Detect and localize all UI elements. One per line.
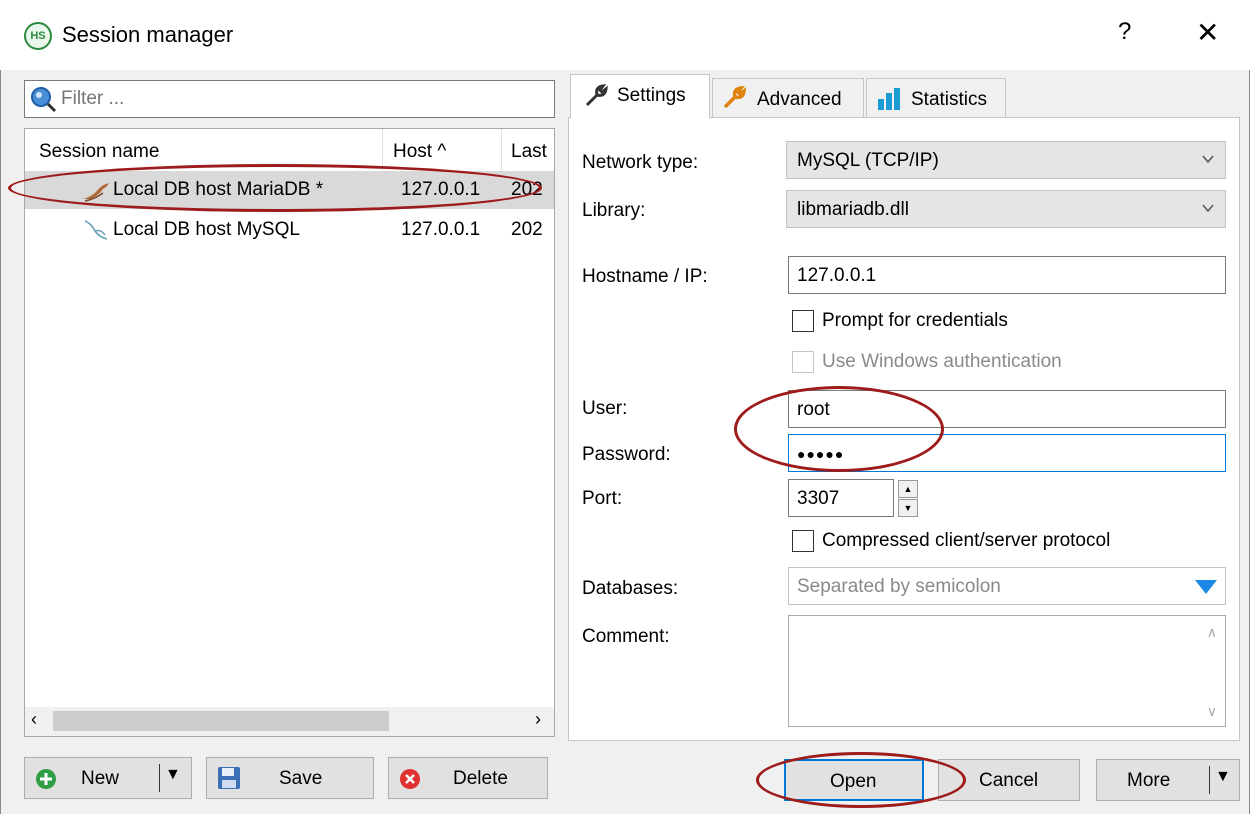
column-divider[interactable] [382, 129, 383, 173]
window-title: Session manager [62, 22, 234, 47]
open-button-label: Open [830, 771, 877, 792]
session-list[interactable]: Session name Host ^ Last Local DB host M… [24, 128, 555, 708]
help-button[interactable]: ? [1118, 18, 1131, 46]
cancel-button[interactable]: Cancel [938, 759, 1080, 801]
filter-input[interactable] [61, 85, 541, 113]
tab-label: Advanced [757, 89, 842, 110]
delete-button-label: Delete [453, 768, 508, 789]
more-button-label: More [1127, 770, 1171, 791]
prompt-credentials-checkbox[interactable] [792, 310, 814, 332]
session-host: 127.0.0.1 [401, 219, 481, 240]
scroll-right-icon[interactable]: › [535, 709, 541, 730]
split-divider [1209, 766, 1210, 794]
user-input[interactable]: root [788, 390, 1226, 428]
new-button[interactable]: New ▼ [24, 757, 192, 799]
column-divider[interactable] [501, 129, 502, 173]
column-header-last[interactable]: Last [511, 141, 547, 163]
network-type-select[interactable]: MySQL (TCP/IP) [786, 141, 1226, 179]
password-value: ●●●●● [797, 446, 845, 462]
open-button[interactable]: Open [784, 759, 924, 801]
compressed-protocol-label: Compressed client/server protocol [822, 530, 1111, 551]
app-logo-icon: HS [24, 22, 52, 50]
compressed-protocol-checkbox[interactable] [792, 530, 814, 552]
library-label: Library: [582, 200, 646, 221]
cancel-button-label: Cancel [979, 770, 1039, 791]
close-button[interactable]: ✕ [1196, 16, 1219, 49]
wrench-icon [585, 84, 608, 107]
databases-label: Databases: [582, 578, 679, 599]
split-divider [159, 764, 160, 792]
port-label: Port: [582, 488, 623, 509]
delete-button[interactable]: Delete [388, 757, 548, 799]
new-dropdown-icon[interactable]: ▼ [165, 766, 181, 784]
bar-chart-icon [878, 88, 900, 110]
session-last: 202 [511, 219, 543, 240]
more-dropdown-icon[interactable]: ▼ [1215, 768, 1231, 786]
session-row[interactable]: Local DB host MariaDB * 127.0.0.1 202 [25, 171, 554, 209]
library-select[interactable]: libmariadb.dll [786, 190, 1226, 228]
search-icon [31, 87, 57, 113]
password-input[interactable]: ●●●●● [788, 434, 1226, 472]
mariadb-seal-icon [83, 183, 109, 202]
session-name: Local DB host MariaDB * [113, 179, 324, 200]
session-last: 202 [511, 179, 543, 200]
scroll-down-icon[interactable]: ∨ [1207, 703, 1217, 720]
databases-input[interactable]: Separated by semicolon [788, 567, 1226, 605]
column-header-session-name[interactable]: Session name [39, 141, 159, 163]
password-label: Password: [582, 444, 671, 465]
scrollbar-thumb[interactable] [53, 711, 389, 731]
port-value: 3307 [797, 488, 840, 509]
user-value: root [797, 399, 830, 420]
chevron-down-icon [1202, 204, 1214, 213]
windows-auth-label: Use Windows authentication [822, 351, 1062, 372]
session-name: Local DB host MySQL [113, 219, 300, 240]
port-increment-button[interactable]: ▲ [898, 480, 918, 498]
floppy-disk-icon [218, 767, 240, 789]
port-input[interactable]: 3307 [788, 479, 894, 517]
plus-circle-icon [36, 769, 56, 789]
network-type-label: Network type: [582, 152, 699, 173]
chevron-down-icon [1202, 155, 1214, 164]
tab-settings[interactable]: Settings [570, 74, 710, 118]
more-button[interactable]: More ▼ [1096, 759, 1240, 801]
mysql-dolphin-icon [84, 220, 108, 240]
new-button-label: New [81, 768, 120, 789]
dropdown-triangle-icon[interactable] [1195, 580, 1217, 594]
tab-statistics[interactable]: Statistics [866, 78, 1006, 118]
wrench-orange-icon [723, 85, 747, 109]
hostname-input[interactable]: 127.0.0.1 [788, 256, 1226, 294]
prompt-credentials-label: Prompt for credentials [822, 310, 1008, 331]
hostname-label: Hostname / IP: [582, 266, 708, 287]
save-button[interactable]: Save [206, 757, 374, 799]
windows-auth-checkbox[interactable] [792, 351, 814, 373]
save-button-label: Save [279, 768, 323, 789]
horizontal-scrollbar[interactable]: ‹ › [24, 707, 555, 737]
comment-label: Comment: [582, 626, 670, 647]
tab-label: Settings [617, 85, 686, 106]
network-type-value: MySQL (TCP/IP) [797, 150, 939, 171]
tab-label: Statistics [911, 89, 988, 110]
delete-circle-icon [400, 769, 420, 789]
user-label: User: [582, 398, 628, 419]
scroll-left-icon[interactable]: ‹ [31, 709, 37, 730]
library-value: libmariadb.dll [797, 199, 909, 220]
session-host: 127.0.0.1 [401, 179, 481, 200]
session-row[interactable]: Local DB host MySQL 127.0.0.1 202 [25, 211, 554, 249]
scroll-up-icon[interactable]: ∧ [1207, 624, 1217, 641]
hostname-value: 127.0.0.1 [797, 265, 877, 286]
column-header-host[interactable]: Host ^ [393, 141, 446, 163]
databases-placeholder: Separated by semicolon [797, 576, 1001, 597]
title-bar: HS Session manager ? ✕ [0, 0, 1250, 70]
port-decrement-button[interactable]: ▼ [898, 499, 918, 517]
comment-textarea[interactable]: ∧ ∨ [788, 615, 1226, 727]
tab-advanced[interactable]: Advanced [712, 78, 864, 118]
filter-box[interactable] [24, 80, 555, 118]
